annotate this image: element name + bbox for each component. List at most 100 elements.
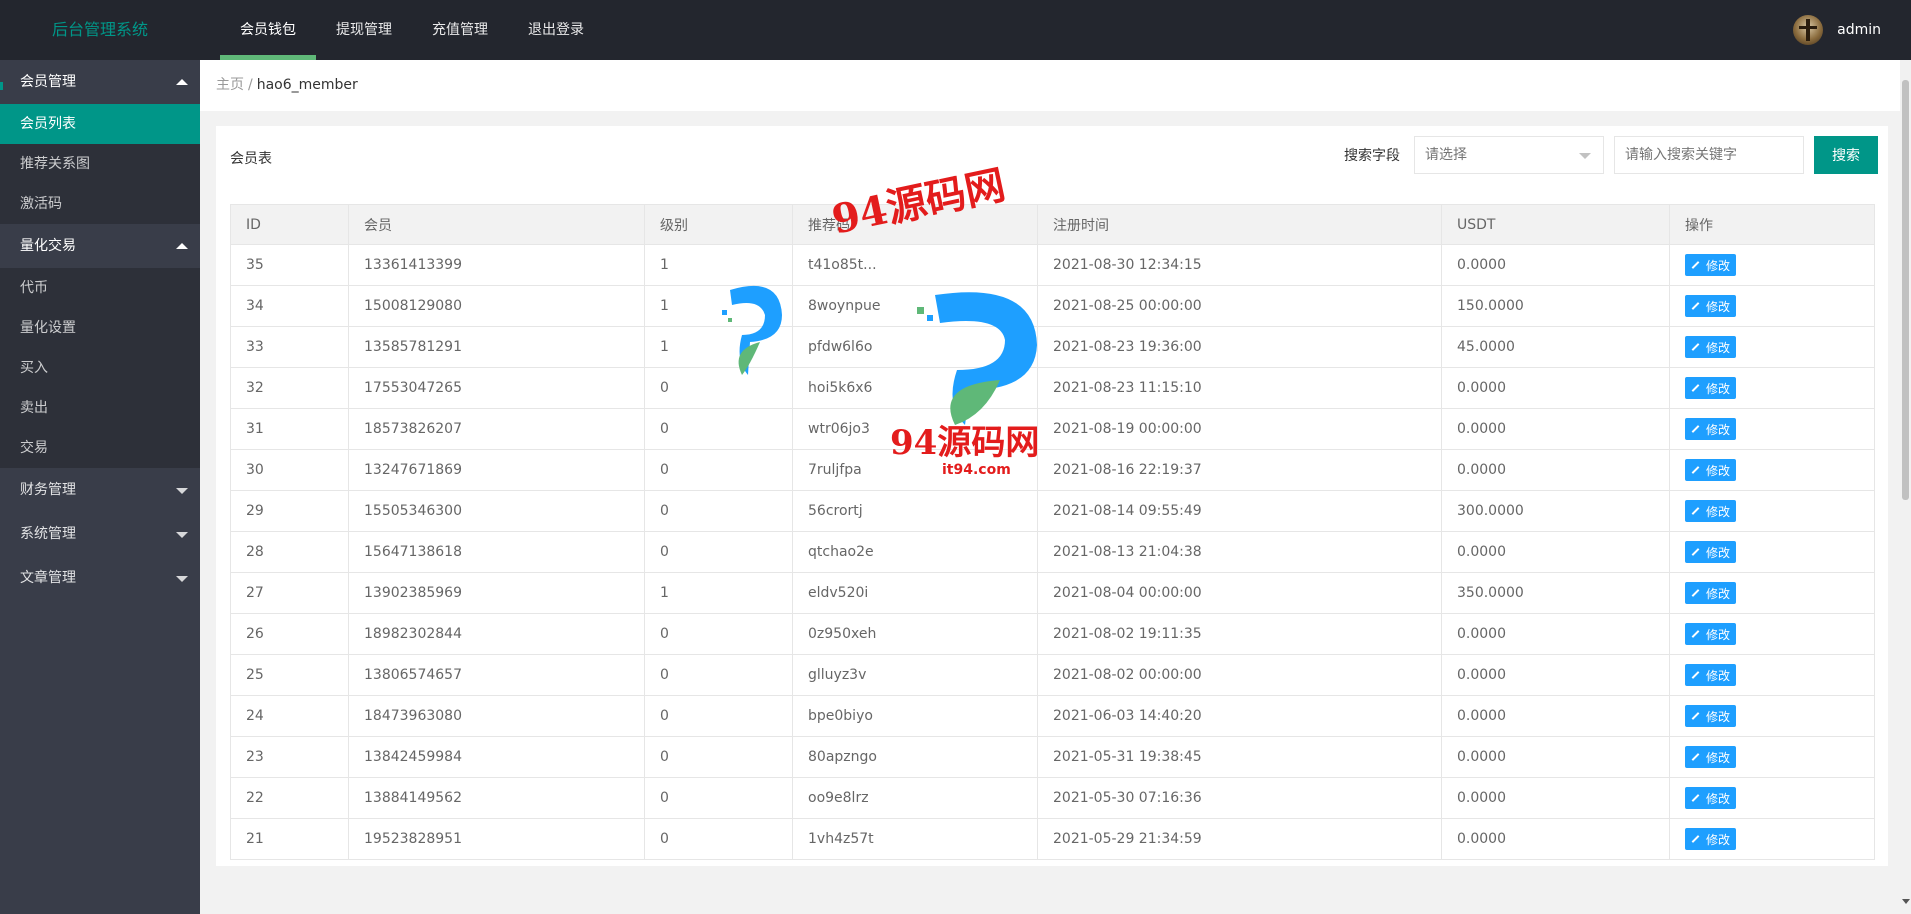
table-header-cell: USDT	[1441, 204, 1670, 245]
table-cell: 8woynpue	[792, 285, 1038, 327]
table-row: 35 13361413399 1 t41o85t... 2021-08-30 12:34…	[230, 244, 1875, 286]
edit-button-label: 修改	[1706, 381, 1731, 396]
pencil-icon	[1691, 261, 1700, 269]
edit-button[interactable]: 修改	[1685, 705, 1737, 727]
sidebar-item[interactable]: 会员列表	[0, 104, 200, 144]
table-cell: 150.0000	[1441, 285, 1670, 327]
sidebar-item[interactable]: 卖出	[0, 388, 200, 428]
table-row: 34 15008129080 1 8woynpue 2021-08-25 00:00:0…	[230, 285, 1875, 327]
edit-button[interactable]: 修改	[1685, 500, 1737, 522]
sidebar-item[interactable]: 推荐关系图	[0, 144, 200, 184]
edit-button[interactable]: 修改	[1685, 459, 1737, 481]
table-cell: 7ruljfpa	[792, 449, 1038, 491]
edit-button-label: 修改	[1706, 340, 1731, 355]
table-cell: 13247671869	[348, 449, 645, 491]
table-cell: wtr06jo3	[792, 408, 1038, 450]
table-cell: 13842459984	[348, 736, 645, 778]
edit-button[interactable]: 修改	[1685, 336, 1737, 358]
avatar[interactable]	[1793, 15, 1824, 45]
breadcrumb-home-link[interactable]: 主页	[216, 77, 244, 93]
table-cell: 24	[230, 695, 349, 737]
table-cell: 30	[230, 449, 349, 491]
table-cell: oo9e8lrz	[792, 777, 1038, 819]
sidebar-group-label: 系统管理	[20, 526, 76, 542]
sidebar-group-label: 会员管理	[20, 74, 76, 90]
table-cell: 21	[230, 818, 349, 860]
table-cell: 35	[230, 244, 349, 286]
topnav-item[interactable]: 退出登录	[508, 0, 604, 60]
table-cell: 1	[644, 244, 793, 286]
edit-button[interactable]: 修改	[1685, 787, 1737, 809]
search-field-select[interactable]: 请选择	[1414, 136, 1604, 174]
sidebar-group[interactable]: 财务管理	[0, 468, 200, 512]
pencil-icon	[1691, 548, 1700, 556]
edit-button[interactable]: 修改	[1685, 295, 1737, 317]
username[interactable]: admin	[1837, 22, 1881, 38]
sidebar-item[interactable]: 激活码	[0, 184, 200, 224]
member-table: ID 会员 级别 推荐码 注册时间 USDT 操作 35 13361413399 1 t41o85…	[230, 204, 1875, 860]
table-cell: 0.0000	[1441, 367, 1670, 409]
table-row: 23 13842459984 0 80apzngo 2021-05-31 19:38:4…	[230, 736, 1875, 778]
table-cell: bpe0biyo	[792, 695, 1038, 737]
edit-button[interactable]: 修改	[1685, 746, 1737, 768]
edit-button[interactable]: 修改	[1685, 582, 1737, 604]
table-cell: 0	[644, 777, 793, 819]
edit-button[interactable]: 修改	[1685, 664, 1737, 686]
table-cell-actions: 修改	[1669, 818, 1875, 860]
sidebar-group[interactable]: 会员管理	[0, 60, 200, 104]
chevron-down-icon	[176, 488, 188, 494]
edit-button[interactable]: 修改	[1685, 377, 1737, 399]
topnav-item[interactable]: 提现管理	[316, 0, 412, 60]
edit-button[interactable]: 修改	[1685, 828, 1737, 850]
page-scrollbar[interactable]	[1900, 60, 1911, 914]
sidebar-group[interactable]: 文章管理	[0, 556, 200, 600]
pencil-icon	[1691, 507, 1700, 515]
search-button[interactable]: 搜索	[1814, 136, 1878, 174]
edit-button[interactable]: 修改	[1685, 541, 1737, 563]
member-table-card: 会员表 搜索字段 请选择 搜索 ID会员级别推荐码注册时间USDT操作 3513…	[216, 126, 1888, 866]
sidebar-item[interactable]: 买入	[0, 348, 200, 388]
sidebar-group[interactable]: 量化交易	[0, 224, 200, 268]
pencil-icon	[1691, 753, 1700, 761]
pencil-icon	[1691, 384, 1700, 392]
search-bar: 搜索字段 请选择 搜索	[1344, 136, 1878, 174]
edit-button[interactable]: 修改	[1685, 418, 1737, 440]
sidebar-submenu: 代币 量化设置 买入 卖出 交易	[0, 268, 200, 468]
table-cell: 45.0000	[1441, 326, 1670, 368]
table-cell: 0.0000	[1441, 736, 1670, 778]
sidebar-group[interactable]: 系统管理	[0, 512, 200, 556]
table-cell: 0	[644, 490, 793, 532]
user-menu[interactable]: admin	[1793, 0, 1881, 60]
table-cell-actions: 修改	[1669, 367, 1875, 409]
chevron-down-icon	[176, 532, 188, 538]
table-cell: hoi5k6x6	[792, 367, 1038, 409]
search-field-label: 搜索字段	[1344, 148, 1400, 164]
table-cell-actions: 修改	[1669, 244, 1875, 286]
scrollbar-thumb[interactable]	[1902, 80, 1909, 500]
table-body: 35 13361413399 1 t41o85t... 2021-08-30 12:34…	[230, 244, 1875, 860]
table-cell: 29	[230, 490, 349, 532]
scroll-down-arrow-icon[interactable]	[1902, 899, 1910, 904]
sidebar-item[interactable]: 代币	[0, 268, 200, 308]
table-cell: 0.0000	[1441, 818, 1670, 860]
pencil-icon	[1691, 835, 1700, 843]
app-logo[interactable]: 后台管理系统	[0, 0, 200, 60]
sidebar-item[interactable]: 量化设置	[0, 308, 200, 348]
topnav-item[interactable]: 会员钱包	[220, 0, 316, 60]
edit-button[interactable]: 修改	[1685, 254, 1737, 276]
table-cell: 2021-08-16 22:19:37	[1037, 449, 1442, 491]
topnav-item[interactable]: 充值管理	[412, 0, 508, 60]
table-cell: 2021-05-31 19:38:45	[1037, 736, 1442, 778]
table-cell: 1	[644, 326, 793, 368]
table-cell: 2021-08-04 00:00:00	[1037, 572, 1442, 614]
search-keyword-input[interactable]	[1614, 136, 1804, 174]
table-cell-actions: 修改	[1669, 285, 1875, 327]
edit-button[interactable]: 修改	[1685, 623, 1737, 645]
table-cell: 0z950xeh	[792, 613, 1038, 655]
table-cell: 350.0000	[1441, 572, 1670, 614]
table-row: 25 13806574657 0 glluyz3v 2021-08-02 00:00:0…	[230, 654, 1875, 696]
sidebar-item[interactable]: 交易	[0, 428, 200, 468]
edit-button-label: 修改	[1706, 586, 1731, 601]
chevron-down-icon	[1579, 153, 1591, 159]
table-cell: 28	[230, 531, 349, 573]
